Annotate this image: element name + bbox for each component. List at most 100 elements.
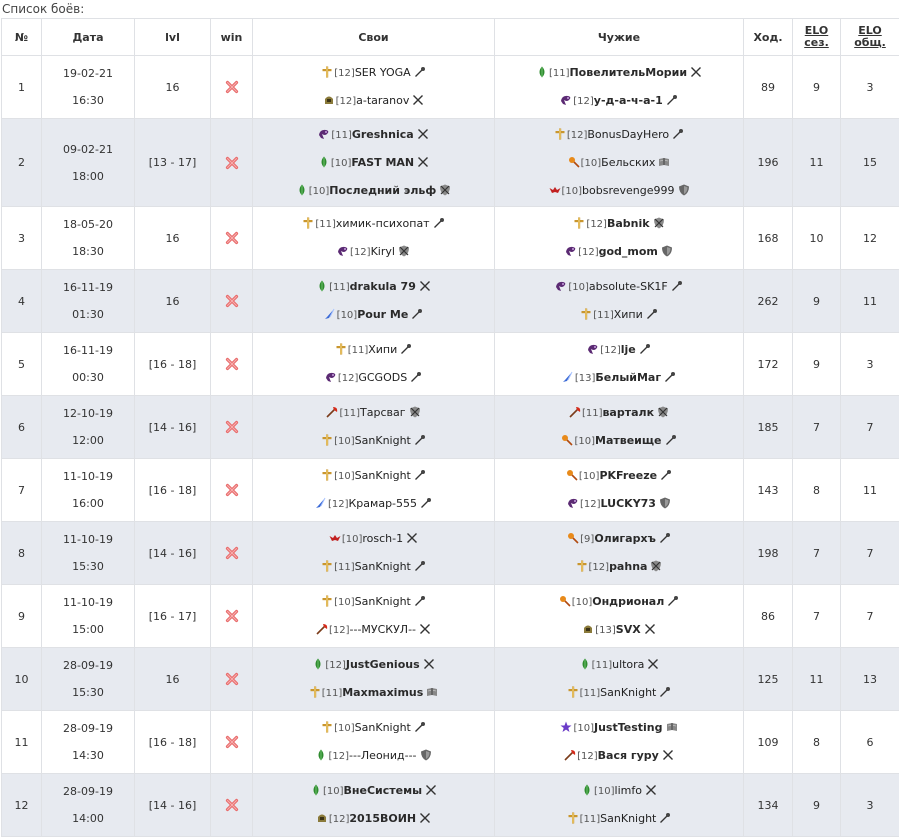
player-name-link[interactable]: LUCKY73 xyxy=(601,497,656,510)
table-row[interactable]: 811-10-1915:30[14 - 16][10]rosch-1[11]Sa… xyxy=(2,522,899,585)
battle-result xyxy=(211,119,253,207)
player-name-link[interactable]: Крамар-555 xyxy=(349,497,418,510)
table-row[interactable]: 516-11-1900:30[16 - 18][11]Хипи[12]GCGOD… xyxy=(2,333,899,396)
player-name-link[interactable]: ---Леонид--- xyxy=(349,749,417,762)
staff-icon xyxy=(664,366,676,378)
player-level: [11] xyxy=(580,688,601,699)
player-name-link[interactable]: god_mom xyxy=(599,245,658,258)
leaf-icon xyxy=(318,151,330,163)
elo-total-label-2[interactable]: общ. xyxy=(841,37,899,49)
player-level: [11] xyxy=(329,282,350,293)
cross-icon xyxy=(580,303,592,315)
battle-result xyxy=(211,711,253,774)
player-name-link[interactable]: absolute-SK1F xyxy=(589,280,668,293)
player-name-link[interactable]: Бельских xyxy=(601,156,655,169)
player-entry: [11]химик-психопат xyxy=(253,210,494,238)
player-name-link[interactable]: Последний эльф xyxy=(329,184,436,197)
player-name-link[interactable]: SanKnight xyxy=(355,469,411,482)
own-team: [10]SanKnight[12]---Леонид--- xyxy=(253,711,495,774)
player-name-link[interactable]: limfo xyxy=(615,784,642,797)
player-name-link[interactable]: a-taranov xyxy=(356,94,409,107)
player-entry: [10]SanKnight xyxy=(253,714,494,742)
player-name-link[interactable]: Ондрионал xyxy=(592,595,664,608)
player-name-link[interactable]: Maxmaximus xyxy=(342,686,423,699)
player-level: [12] xyxy=(336,96,357,107)
player-name-link[interactable]: SanKnight xyxy=(355,560,411,573)
player-name-link[interactable]: ultora xyxy=(612,658,644,671)
loss-x-icon xyxy=(225,546,239,560)
player-name-link[interactable]: pahna xyxy=(609,560,647,573)
player-name-link[interactable]: БелыйМаг xyxy=(595,371,661,384)
player-name-link[interactable]: варталк xyxy=(602,406,654,419)
table-row[interactable]: 1028-09-1915:3016[12]JustGenious[11]Maxm… xyxy=(2,648,899,711)
player-level: [12] xyxy=(600,345,621,356)
player-name-link[interactable]: ---МУСКУЛ-- xyxy=(350,623,417,636)
elo-total-value: 13 xyxy=(841,648,899,711)
battle-datetime: 28-09-1914:00 xyxy=(42,774,135,837)
player-name-link[interactable]: GCGODS xyxy=(358,371,407,384)
table-row[interactable]: 711-10-1916:00[16 - 18][10]SanKnight[12]… xyxy=(2,459,899,522)
loss-x-icon xyxy=(225,80,239,94)
player-name-link[interactable]: Матвеище xyxy=(595,434,662,447)
player-name-link[interactable]: SanKnight xyxy=(355,434,411,447)
staff-icon xyxy=(410,366,422,378)
player-name-link[interactable]: BonusDayHero xyxy=(587,128,669,141)
table-row[interactable]: 911-10-1915:00[16 - 17][10]SanKnight[12]… xyxy=(2,585,899,648)
table-row[interactable]: 612-10-1912:00[14 - 16][11]Тарсваг[10]Sa… xyxy=(2,396,899,459)
battle-time: 14:30 xyxy=(42,742,134,769)
loss-x-icon xyxy=(225,798,239,812)
player-name-link[interactable]: химик-психопат xyxy=(336,217,430,230)
player-level: [10] xyxy=(594,786,615,797)
elo-season-label-2[interactable]: сез. xyxy=(793,37,840,49)
player-name-link[interactable]: Хипи xyxy=(368,343,397,356)
player-name-link[interactable]: Greshnica xyxy=(352,128,414,141)
player-name-link[interactable]: SanKnight xyxy=(355,595,411,608)
red-axe-icon xyxy=(326,401,338,413)
player-name-link[interactable]: Хипи xyxy=(614,308,643,321)
battle-datetime: 18-05-2018:30 xyxy=(42,207,135,270)
player-name-link[interactable]: Babnik xyxy=(607,217,650,230)
player-name-link[interactable]: 2015ВОИН xyxy=(349,812,416,825)
col-header-elo-total[interactable]: ELO общ. xyxy=(841,19,899,56)
player-name-link[interactable]: SER YOGA xyxy=(355,66,411,79)
player-name-link[interactable]: SanKnight xyxy=(600,812,656,825)
own-team: [12]SER YOGA[12]a-taranov xyxy=(253,56,495,119)
player-entry: [10]Бельских xyxy=(495,149,743,177)
player-name-link[interactable]: JustGenious xyxy=(346,658,420,671)
player-name-link[interactable]: lje xyxy=(621,343,636,356)
player-entry: [13]SVX xyxy=(495,616,743,644)
table-row[interactable]: 416-11-1901:3016[11]drakula 79[10]Pour M… xyxy=(2,270,899,333)
table-row[interactable]: 318-05-2018:3016[11]химик-психопат[12]Ki… xyxy=(2,207,899,270)
player-name-link[interactable]: drakula 79 xyxy=(350,280,416,293)
player-name-link[interactable]: Вася гуру xyxy=(598,749,659,762)
table-row[interactable]: 119-02-2116:3016[12]SER YOGA[12]a-tarano… xyxy=(2,56,899,119)
col-header-elo-season[interactable]: ELO сез. xyxy=(793,19,841,56)
dead-cross-icon xyxy=(412,89,424,101)
player-name-link[interactable]: Pour Me xyxy=(357,308,408,321)
player-name-link[interactable]: у-д-а-ч-а-1 xyxy=(594,94,663,107)
player-name-link[interactable]: Kiryl xyxy=(371,245,395,258)
table-row[interactable]: 1228-09-1914:00[14 - 16][10]ВнеСистемы[1… xyxy=(2,774,899,837)
player-name-link[interactable]: bobsrevenge999 xyxy=(582,184,674,197)
table-row[interactable]: 209-02-2118:00[13 - 17][11]Greshnica[10]… xyxy=(2,119,899,207)
dark-swirl-icon xyxy=(565,240,577,252)
player-name-link[interactable]: JustTesting xyxy=(594,721,663,734)
player-name-link[interactable]: PKFreeze xyxy=(599,469,657,482)
orange-key-icon xyxy=(561,429,573,441)
orange-key-icon xyxy=(559,590,571,602)
table-row[interactable]: 1128-09-1914:30[16 - 18][10]SanKnight[12… xyxy=(2,711,899,774)
player-name-link[interactable]: FAST MAN xyxy=(351,156,414,169)
player-name-link[interactable]: SanKnight xyxy=(600,686,656,699)
staff-icon xyxy=(671,275,683,287)
player-name-link[interactable]: SanKnight xyxy=(355,721,411,734)
battle-level-range: [14 - 16] xyxy=(135,774,211,837)
dark-swirl-icon xyxy=(587,338,599,350)
player-name-link[interactable]: ВнеСистемы xyxy=(344,784,423,797)
cross-icon xyxy=(567,807,579,819)
battle-moves: 262 xyxy=(744,270,793,333)
player-name-link[interactable]: ПовелительМории xyxy=(569,66,687,79)
player-name-link[interactable]: rosch-1 xyxy=(362,532,403,545)
player-name-link[interactable]: SVX xyxy=(616,623,641,636)
player-name-link[interactable]: Олигархъ xyxy=(594,532,656,545)
player-name-link[interactable]: Тарсваг xyxy=(360,406,406,419)
